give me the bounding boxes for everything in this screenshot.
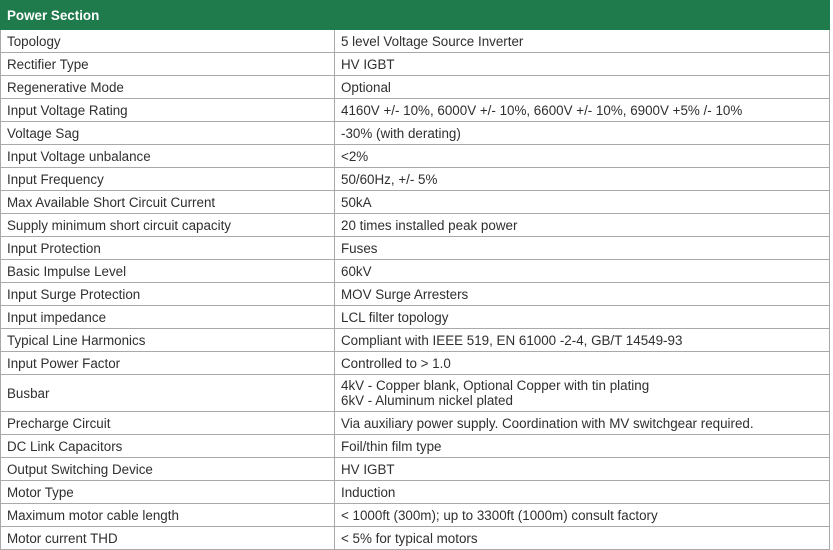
row-value: 5 level Voltage Source Inverter [334, 29, 830, 53]
row-value: Fuses [334, 236, 830, 260]
row-label: Input Voltage unbalance [0, 144, 335, 168]
row-label: Regenerative Mode [0, 75, 335, 99]
row-value-line: 50/60Hz, +/- 5% [341, 171, 438, 187]
row-value: 60kV [334, 259, 830, 283]
row-label: Output Switching Device [0, 457, 335, 481]
row-value-line: < 1000ft (300m); up to 3300ft (1000m) co… [341, 507, 658, 523]
row-label: Motor current THD [0, 526, 335, 550]
row-value: LCL filter topology [334, 305, 830, 329]
row-value: 4160V +/- 10%, 6000V +/- 10%, 6600V +/- … [334, 98, 830, 122]
row-value: <2% [334, 144, 830, 168]
table-row: Motor current THD < 5% for typical motors [0, 526, 830, 550]
row-value-line: 6kV - Aluminum nickel plated [341, 393, 513, 408]
row-value-line: Optional [341, 79, 391, 95]
row-value: -30% (with derating) [334, 121, 830, 145]
row-label: Input Power Factor [0, 351, 335, 375]
table-row: Typical Line Harmonics Compliant with IEE… [0, 328, 830, 352]
table-row: Max Available Short Circuit Current 50kA [0, 190, 830, 214]
row-label: Typical Line Harmonics [0, 328, 335, 352]
row-value: HV IGBT [334, 52, 830, 76]
table-row: Input impedance LCL filter topology [0, 305, 830, 329]
row-value: MOV Surge Arresters [334, 282, 830, 306]
table-row: Input Frequency 50/60Hz, +/- 5% [0, 167, 830, 191]
row-label: Max Available Short Circuit Current [0, 190, 335, 214]
table-row: Basic Impulse Level 60kV [0, 259, 830, 283]
row-label: Busbar [0, 374, 335, 412]
table-row: Busbar 4kV - Copper blank, Optional Coppe… [0, 374, 830, 412]
table-row: Topology 5 level Voltage Source Inverter [0, 29, 830, 53]
row-value: Induction [334, 480, 830, 504]
row-value: Compliant with IEEE 519, EN 61000 -2-4, … [334, 328, 830, 352]
row-label: Motor Type [0, 480, 335, 504]
row-value-line: < 5% for typical motors [341, 530, 478, 546]
row-value: 50/60Hz, +/- 5% [334, 167, 830, 191]
table-row: Precharge Circuit Via auxiliary power sup… [0, 411, 830, 435]
table-row: Regenerative Mode Optional [0, 75, 830, 99]
row-value-line: Fuses [341, 240, 378, 256]
table-row: Output Switching Device HV IGBT [0, 457, 830, 481]
table-row: Input Surge Protection MOV Surge Arrester… [0, 282, 830, 306]
row-value-line: 4kV - Copper blank, Optional Copper with… [341, 378, 650, 393]
row-label: Input Voltage Rating [0, 98, 335, 122]
row-value-line: Compliant with IEEE 519, EN 61000 -2-4, … [341, 332, 683, 348]
section-title: Power Section [0, 0, 830, 30]
row-value-line: LCL filter topology [341, 309, 449, 325]
row-label: Supply minimum short circuit capacity [0, 213, 335, 237]
row-value-line: MOV Surge Arresters [341, 286, 469, 302]
row-value-line: <2% [341, 148, 369, 164]
row-value: 50kA [334, 190, 830, 214]
row-value: < 1000ft (300m); up to 3300ft (1000m) co… [334, 503, 830, 527]
table-row: Input Protection Fuses [0, 236, 830, 260]
row-value: Foil/thin film type [334, 434, 830, 458]
table-row: Rectifier Type HV IGBT [0, 52, 830, 76]
row-value: Via auxiliary power supply. Coordination… [334, 411, 830, 435]
row-value-line: 4160V +/- 10%, 6000V +/- 10%, 6600V +/- … [341, 102, 743, 118]
table-row: Maximum motor cable length < 1000ft (300m… [0, 503, 830, 527]
row-value-line: 20 times installed peak power [341, 217, 518, 233]
row-value-line: Induction [341, 484, 396, 500]
row-value-line: 5 level Voltage Source Inverter [341, 33, 524, 49]
row-value-line: HV IGBT [341, 56, 395, 72]
table-row: DC Link Capacitors Foil/thin film type [0, 434, 830, 458]
table-header-row: Power Section [0, 0, 830, 30]
row-label: Input Surge Protection [0, 282, 335, 306]
table-row: Input Voltage Rating 4160V +/- 10%, 6000V… [0, 98, 830, 122]
table-row: Voltage Sag -30% (with derating) [0, 121, 830, 145]
table-row: Motor Type Induction [0, 480, 830, 504]
row-value: 20 times installed peak power [334, 213, 830, 237]
row-value-line: 50kA [341, 194, 372, 210]
row-value: Optional [334, 75, 830, 99]
row-value: < 5% for typical motors [334, 526, 830, 550]
row-label: Input impedance [0, 305, 335, 329]
row-value-line: 60kV [341, 263, 372, 279]
row-label: Input Protection [0, 236, 335, 260]
row-label: DC Link Capacitors [0, 434, 335, 458]
table-body: Topology 5 level Voltage Source Inverter R… [0, 29, 830, 550]
row-value: Controlled to > 1.0 [334, 351, 830, 375]
table-row: Supply minimum short circuit capacity 20 … [0, 213, 830, 237]
table-row: Input Voltage unbalance <2% [0, 144, 830, 168]
row-label: Rectifier Type [0, 52, 335, 76]
row-label: Input Frequency [0, 167, 335, 191]
row-label: Topology [0, 29, 335, 53]
row-value-line: Via auxiliary power supply. Coordination… [341, 415, 754, 431]
row-value-line: Controlled to > 1.0 [341, 355, 451, 371]
row-value-line: HV IGBT [341, 461, 395, 477]
row-label: Maximum motor cable length [0, 503, 335, 527]
row-label: Voltage Sag [0, 121, 335, 145]
row-label: Precharge Circuit [0, 411, 335, 435]
power-section-table: Power Section Topology 5 level Voltage So… [0, 0, 830, 550]
table-row: Input Power Factor Controlled to > 1.0 [0, 351, 830, 375]
row-value: 4kV - Copper blank, Optional Copper with… [334, 374, 830, 412]
row-label: Basic Impulse Level [0, 259, 335, 283]
row-value-line: Foil/thin film type [341, 438, 442, 454]
row-value: HV IGBT [334, 457, 830, 481]
row-value-line: -30% (with derating) [341, 125, 461, 141]
